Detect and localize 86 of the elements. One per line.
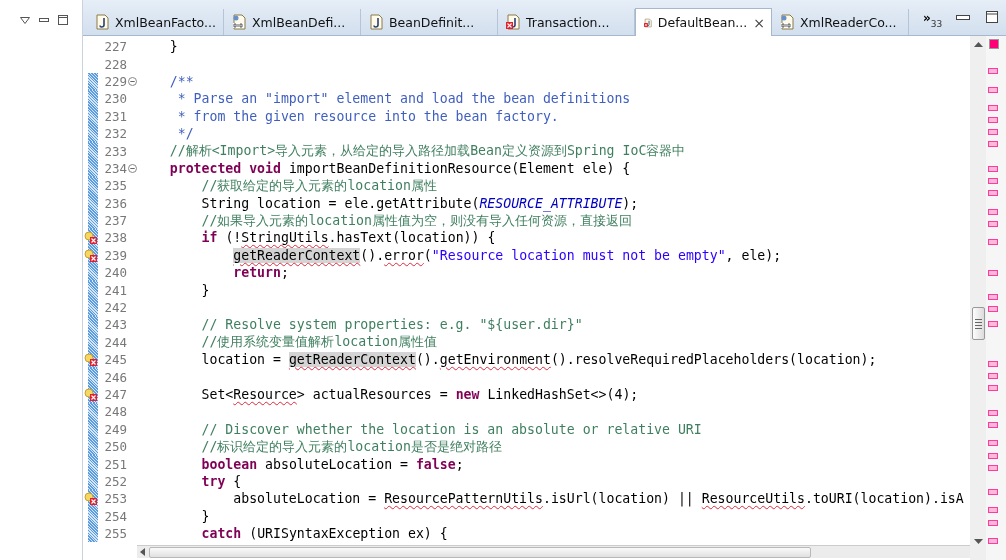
line-number: 250	[103, 439, 127, 455]
line-number: 246	[103, 369, 127, 385]
code-line: * Parse an "import" element and load the bean definitions	[176, 91, 631, 107]
line-number: 240	[103, 265, 127, 281]
code-line: * from the given resource into the bean factory.	[176, 108, 559, 124]
line-number: 251	[103, 456, 127, 472]
scrollbar-thumb[interactable]	[149, 546, 811, 558]
vertical-scrollbar[interactable]	[970, 36, 986, 560]
line-number: 254	[103, 508, 127, 524]
editor-tab[interactable]: BeanDefinit...	[361, 9, 498, 35]
code-line: try {	[200, 473, 242, 489]
line-number: 230	[103, 91, 127, 107]
line-number: 232	[103, 126, 127, 142]
line-number: 243	[103, 317, 127, 333]
code-line: //获取给定的导入元素的location属性	[200, 176, 437, 195]
editor-tab[interactable]: DefaultBean... ×	[635, 8, 772, 36]
error-marker-icon[interactable]	[84, 387, 98, 402]
line-number: 231	[103, 108, 127, 124]
scroll-down-icon[interactable]	[973, 539, 983, 544]
code-line: }	[168, 39, 178, 55]
close-tab-button[interactable]: ×	[753, 14, 765, 31]
error-marker-icon[interactable]	[84, 492, 98, 507]
code-line: location = getReaderContext().getEnvironment().resolveRequiredPlaceholders(location);	[200, 352, 877, 368]
code-line: //如果导入元素的location属性值为空，则没有导入任何资源，直接返回	[200, 212, 632, 230]
overview-mark[interactable]	[988, 537, 998, 544]
line-number: 229	[103, 73, 127, 89]
code-line: String location = ele.getAttribute(RESOURCE_ATTRIBUTE);	[200, 195, 639, 211]
error-marker-icon[interactable]	[84, 353, 98, 368]
code-line: }	[200, 282, 210, 298]
error-marker-icon[interactable]	[84, 248, 98, 263]
editor-tab[interactable]: XmlReaderCo...	[772, 9, 909, 35]
editor-tab[interactable]: XmlBeanDefi...	[224, 9, 361, 35]
code-line: protected void importBeanDefinitionResource(Element ele) {	[168, 160, 631, 176]
overview-mark[interactable]	[988, 269, 998, 276]
code-line: return;	[232, 265, 289, 281]
overview-mark[interactable]	[988, 239, 998, 245]
code-line: /**	[168, 73, 194, 89]
line-number: 255	[103, 526, 127, 542]
code-line: // Resolve system properties: e.g. "${user.dir}"	[200, 317, 583, 333]
overview-mark[interactable]	[988, 68, 998, 75]
minimize-icon[interactable]	[39, 18, 49, 22]
line-number: 242	[103, 300, 127, 316]
code-line: if (!StringUtils.hasText(location)) {	[200, 230, 496, 246]
error-marker-icon[interactable]	[84, 231, 98, 246]
code-line: //使用系统变量值解析location属性值	[200, 333, 437, 352]
editor-tab[interactable]: XmlBeanFacto...	[87, 9, 224, 35]
code-line: getReaderContext().error("Resource location must not be empty", ele);	[232, 247, 782, 263]
overview-mark[interactable]	[988, 86, 998, 93]
line-number: 239	[103, 247, 127, 263]
code-line: absoluteLocation = ResourcePatternUtils.isUrl(location) || ResourceUtils.toURI(location).isA	[232, 491, 964, 507]
line-number: 249	[103, 421, 127, 437]
scroll-left-icon[interactable]	[140, 548, 145, 556]
collapse-icon[interactable]	[128, 163, 137, 173]
collapse-icon[interactable]	[128, 76, 137, 86]
line-number: 236	[103, 195, 127, 211]
line-number: 244	[103, 334, 127, 350]
code-line: //解析<Import>导入元素，从给定的导入路径加载Bean定义资源到Spring IoC容器中	[168, 142, 686, 161]
line-number: 237	[103, 213, 127, 229]
line-number: 233	[103, 143, 127, 159]
line-number: 241	[103, 282, 127, 298]
line-number: 234	[103, 160, 127, 176]
overview-ruler[interactable]	[986, 36, 1006, 560]
code-line: Set<Resource> actualResources = new LinkedHashSet<>(4);	[200, 387, 639, 402]
maximize-icon[interactable]	[986, 11, 998, 23]
line-number: 252	[103, 473, 127, 489]
minimize-icon[interactable]	[956, 14, 970, 20]
line-number: 238	[103, 230, 127, 246]
code-line: boolean absoluteLocation = false;	[200, 456, 464, 472]
scrollbar-thumb[interactable]	[971, 307, 985, 340]
scroll-up-icon[interactable]	[973, 42, 983, 47]
line-number: 245	[103, 352, 127, 368]
horizontal-scrollbar[interactable]	[137, 545, 970, 558]
code-line: //标识给定的导入元素的location是否是绝对路径	[200, 437, 502, 456]
line-number: 253	[103, 491, 127, 507]
line-number: 235	[103, 178, 127, 194]
maximize-icon[interactable]	[58, 15, 68, 25]
code-line: catch (URISyntaxException ex) {	[200, 526, 448, 542]
line-number: 228	[103, 56, 127, 72]
code-line: // Discover whether the location is an absolute or relative URI	[200, 421, 702, 437]
code-line: }	[200, 508, 210, 524]
view-menu-icon[interactable]	[20, 16, 30, 24]
code-line: */	[176, 126, 194, 142]
line-number: 227	[103, 39, 127, 55]
line-number: 248	[103, 404, 127, 420]
line-number: 247	[103, 387, 127, 402]
overview-mark[interactable]	[988, 489, 998, 496]
